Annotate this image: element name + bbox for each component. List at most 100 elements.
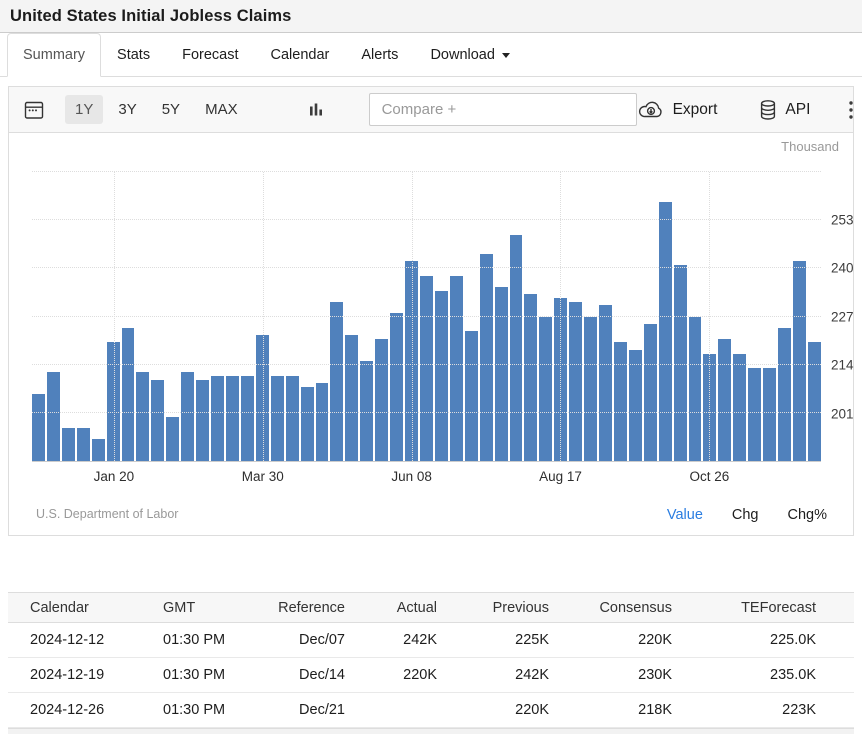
title-bar: United States Initial Jobless Claims xyxy=(0,0,862,33)
cell-teforecast: 225.0K xyxy=(672,623,854,658)
bar[interactable] xyxy=(32,394,45,461)
bar[interactable] xyxy=(659,202,672,461)
bar[interactable] xyxy=(345,335,358,461)
bar[interactable] xyxy=(136,372,149,461)
bar[interactable] xyxy=(420,276,433,461)
bar[interactable] xyxy=(480,254,493,461)
bar[interactable] xyxy=(629,350,642,461)
column-chart-icon xyxy=(307,100,325,120)
gridline-y xyxy=(32,412,821,413)
bar[interactable] xyxy=(689,317,702,462)
bar[interactable] xyxy=(465,331,478,461)
compare-input[interactable] xyxy=(369,93,637,126)
cell-previous: 242K xyxy=(437,658,549,693)
chart-type-button[interactable] xyxy=(305,98,327,122)
range-button-5y[interactable]: 5Y xyxy=(152,95,190,124)
bar[interactable] xyxy=(181,372,194,461)
gridline-y xyxy=(32,267,821,268)
cell-consensus: 218K xyxy=(549,693,672,728)
y-axis-tick-label: 240 xyxy=(831,261,854,276)
tab-summary[interactable]: Summary xyxy=(7,33,101,77)
bar[interactable] xyxy=(196,380,209,462)
tab-alerts[interactable]: Alerts xyxy=(345,33,414,77)
bar[interactable] xyxy=(241,376,254,461)
y-axis-tick-label: 214 xyxy=(831,358,854,373)
table-header-row: CalendarGMTReferenceActualPreviousConsen… xyxy=(8,593,854,623)
bar[interactable] xyxy=(122,328,135,461)
api-button[interactable]: API xyxy=(759,99,810,121)
bar[interactable] xyxy=(375,339,388,461)
bar[interactable] xyxy=(733,354,746,461)
cell-teforecast: 223K xyxy=(672,693,854,728)
bar[interactable] xyxy=(390,313,403,461)
toolbar-right-group: Export API xyxy=(637,98,857,122)
bar[interactable] xyxy=(301,387,314,461)
chart-unit-label: Thousand xyxy=(781,139,839,154)
bar[interactable] xyxy=(330,302,343,461)
export-button[interactable]: Export xyxy=(637,100,718,120)
range-button-3y[interactable]: 3Y xyxy=(108,95,146,124)
legend-toggle-chgpct[interactable]: Chg% xyxy=(788,507,828,523)
range-selector: 1Y3Y5YMAX xyxy=(65,95,253,124)
bar[interactable] xyxy=(599,305,612,461)
cell-consensus: 220K xyxy=(549,623,672,658)
bar[interactable] xyxy=(495,287,508,461)
bar[interactable] xyxy=(539,317,552,462)
legend-toggle-chg[interactable]: Chg xyxy=(732,507,759,523)
chevron-down-icon xyxy=(502,53,510,58)
bar[interactable] xyxy=(47,372,60,461)
more-options-button[interactable] xyxy=(846,98,856,122)
gridline-x xyxy=(709,172,710,461)
cell-calendar: 2024-12-12 xyxy=(8,623,155,658)
api-label: API xyxy=(785,101,810,119)
bar[interactable] xyxy=(614,342,627,461)
cell-calendar: 2024-12-19 xyxy=(8,658,155,693)
bar[interactable] xyxy=(286,376,299,461)
kebab-menu-icon xyxy=(848,100,854,120)
bar[interactable] xyxy=(92,439,105,461)
export-label: Export xyxy=(673,101,718,119)
date-range-calendar-button[interactable] xyxy=(21,97,47,123)
bar[interactable] xyxy=(226,376,239,461)
bar[interactable] xyxy=(271,376,284,461)
bar[interactable] xyxy=(569,302,582,461)
bar[interactable] xyxy=(718,339,731,461)
tab-stats[interactable]: Stats xyxy=(101,33,166,77)
x-axis: Jan 20Mar 30Jun 08Aug 17Oct 26 xyxy=(32,466,821,484)
bar[interactable] xyxy=(450,276,463,461)
cell-reference: Dec/07 xyxy=(250,623,345,658)
bar[interactable] xyxy=(151,380,164,462)
bar[interactable] xyxy=(808,342,821,461)
bar[interactable] xyxy=(778,328,791,461)
tab-forecast[interactable]: Forecast xyxy=(166,33,254,77)
cell-teforecast: 235.0K xyxy=(672,658,854,693)
gridline-x xyxy=(263,172,264,461)
x-axis-tick-label: Jun 08 xyxy=(391,469,432,484)
bar[interactable] xyxy=(524,294,537,461)
bar[interactable] xyxy=(316,383,329,461)
table-row: 2024-12-2601:30 PMDec/21220K218K223K xyxy=(8,693,854,728)
x-axis-tick-label: Mar 30 xyxy=(242,469,284,484)
range-button-1y[interactable]: 1Y xyxy=(65,95,103,124)
legend-toggle-value[interactable]: Value xyxy=(667,507,703,523)
bar[interactable] xyxy=(763,368,776,461)
chart-card: 1Y3Y5YMAX xyxy=(8,86,854,536)
bar[interactable] xyxy=(211,376,224,461)
compare-field-wrap xyxy=(369,93,637,126)
tab-calendar[interactable]: Calendar xyxy=(255,33,346,77)
bar[interactable] xyxy=(644,324,657,461)
bar[interactable] xyxy=(793,261,806,461)
bar[interactable] xyxy=(77,428,90,461)
cell-actual: 242K xyxy=(345,623,437,658)
tab-download[interactable]: Download xyxy=(414,33,526,77)
range-button-max[interactable]: MAX xyxy=(195,95,248,124)
bar[interactable] xyxy=(748,368,761,461)
bar[interactable] xyxy=(166,417,179,461)
bar[interactable] xyxy=(584,317,597,462)
cell-consensus: 230K xyxy=(549,658,672,693)
gridline-x xyxy=(114,172,115,461)
gridline-x xyxy=(560,172,561,461)
gridline-y xyxy=(32,219,821,220)
bar[interactable] xyxy=(62,428,75,461)
bar[interactable] xyxy=(510,235,523,461)
